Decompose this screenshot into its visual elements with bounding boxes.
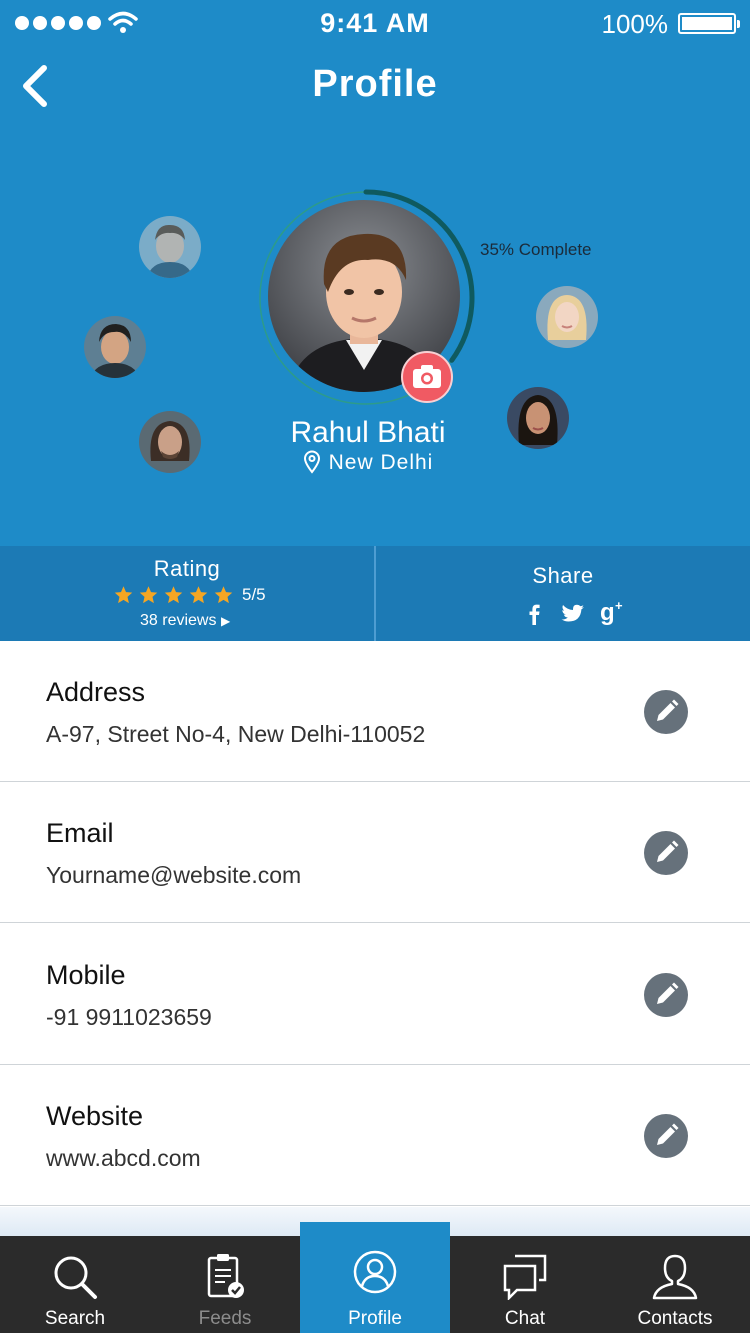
email-row: Email Yourname@website.com <box>0 782 750 923</box>
share-section: Share g + <box>376 546 750 641</box>
website-label: Website <box>46 1101 144 1131</box>
pencil-icon <box>657 699 679 721</box>
profile-header: 9:41 AM 100% Profile 35% Complete Rahul … <box>0 0 750 546</box>
share-title: Share <box>532 563 594 588</box>
location-pin-icon <box>303 450 320 474</box>
website-value: www.abcd.com <box>46 1145 201 1171</box>
clipboard-icon <box>207 1254 244 1298</box>
edit-address-button[interactable] <box>644 690 688 734</box>
mobile-label: Mobile <box>46 960 126 990</box>
edit-website-button[interactable] <box>644 1114 688 1158</box>
edit-email-button[interactable] <box>644 831 688 875</box>
address-value: A-97, Street No-4, New Delhi-110052 <box>46 721 426 747</box>
google-plus-icon[interactable]: g + <box>600 598 628 626</box>
tab-contacts-label: Contacts <box>637 1308 713 1329</box>
tab-chat[interactable]: Chat <box>450 1236 600 1333</box>
star-icon <box>214 586 233 604</box>
star-icon <box>189 586 208 604</box>
tab-contacts[interactable]: Contacts <box>600 1236 750 1333</box>
page-title: Profile <box>312 63 438 105</box>
website-row: Website www.abcd.com <box>0 1065 750 1206</box>
tab-feeds[interactable]: Feeds <box>150 1236 300 1333</box>
pencil-icon <box>657 982 679 1004</box>
star-icon <box>139 586 158 604</box>
rating-title: Rating <box>153 556 221 581</box>
user-name: Rahul Bhati <box>290 416 446 449</box>
search-icon <box>54 1256 97 1299</box>
twitter-icon[interactable] <box>561 604 585 624</box>
tab-feeds-label: Feeds <box>198 1308 252 1329</box>
friend-avatar[interactable] <box>139 216 201 278</box>
svg-text:+: + <box>615 598 623 613</box>
facebook-icon[interactable] <box>526 602 542 626</box>
address-row: Address A-97, Street No-4, New Delhi-110… <box>0 641 750 782</box>
mobile-value: -91 9911023659 <box>46 1004 212 1030</box>
mobile-row: Mobile -91 9911023659 <box>0 924 750 1065</box>
rating-stars <box>113 585 234 605</box>
tab-search[interactable]: Search <box>0 1236 150 1333</box>
rating-value: 5/5 <box>242 585 266 604</box>
tab-chat-label: Chat <box>504 1308 546 1329</box>
change-photo-button[interactable] <box>401 351 453 403</box>
reviews-link[interactable]: 38 reviews ▶ <box>140 612 230 630</box>
friend-avatar[interactable] <box>536 286 598 348</box>
battery-percent: 100% <box>601 9 669 39</box>
tab-profile[interactable]: Profile <box>300 1222 450 1333</box>
contact-icon <box>652 1254 698 1300</box>
chat-icon <box>503 1254 547 1300</box>
star-icon <box>164 586 183 604</box>
tab-profile-label: Profile <box>348 1308 402 1329</box>
pencil-icon <box>657 1123 679 1145</box>
email-value: Yourname@website.com <box>46 862 302 888</box>
svg-text:g: g <box>600 599 615 626</box>
user-location: New Delhi <box>0 450 736 475</box>
tab-search-label: Search <box>44 1308 106 1329</box>
user-circle-icon <box>353 1250 397 1294</box>
camera-icon <box>413 365 441 388</box>
battery-icon <box>678 13 740 34</box>
location-text: New Delhi <box>328 451 434 474</box>
edit-mobile-button[interactable] <box>644 973 688 1017</box>
pencil-icon <box>657 840 679 862</box>
star-icon <box>114 586 133 604</box>
email-label: Email <box>46 818 114 848</box>
address-label: Address <box>46 677 146 707</box>
play-arrow-icon: ▶ <box>220 614 231 628</box>
tab-bar: Search Feeds Profile Chat Contacts <box>0 1222 750 1333</box>
reviews-count: 38 reviews <box>140 612 217 629</box>
status-bar: 9:41 AM 100% <box>0 0 750 46</box>
friend-avatar[interactable] <box>84 316 146 378</box>
completion-label: 35% Complete <box>480 240 592 259</box>
